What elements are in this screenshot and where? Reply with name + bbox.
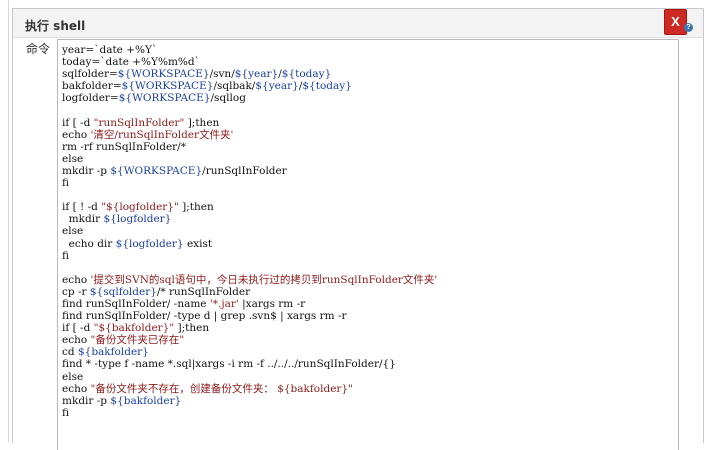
code-token: '清空/runSqlInFolder文件夹' — [90, 128, 234, 141]
code-token: fi — [62, 406, 70, 419]
code-token: |xargs rm -r — [238, 297, 306, 310]
code-line: fi — [62, 250, 437, 262]
code-line: find * -type f -name *.sql|xargs -i rm -… — [62, 358, 437, 370]
code-line: year=`date +%Y` — [62, 44, 437, 56]
code-token: cp -r — [62, 285, 90, 298]
code-line: else — [62, 153, 437, 165]
code-token: ${bakfolder} — [110, 394, 182, 407]
code-token: ${bakfolder} — [77, 346, 149, 359]
code-line: echo '提交到SVN的sql语句中，今日未执行过的拷贝到runSqlInFo… — [62, 274, 437, 286]
code-token: mkdir -p — [62, 164, 111, 177]
help-icon[interactable]: ? — [684, 23, 693, 32]
code-line: today=`date +%Y%m%d` — [62, 56, 437, 68]
code-line: find runSqlInFolder/ -name '*.jar' |xarg… — [62, 298, 437, 310]
code-token: logfolder= — [62, 92, 119, 105]
code-token: ${year} — [255, 80, 299, 93]
code-token: ${WORKSPACE} — [118, 92, 211, 105]
code-token: echo — [62, 128, 91, 141]
code-token: "备份文件夹已存在" — [90, 334, 185, 347]
left-border — [8, 0, 9, 442]
code-token: bakfolder= — [62, 80, 122, 93]
code-token: ];then — [178, 201, 214, 214]
code-line: if [ -d "runSqlInFolder" ];then — [62, 117, 437, 129]
code-line: cp -r ${sqlfolder}/* runSqlInFolder — [62, 286, 437, 298]
code-token: /svn/ — [209, 68, 235, 81]
code-line: echo "备份文件夹已存在" — [62, 334, 437, 346]
code-token: echo — [62, 273, 91, 286]
code-token: if [ -d — [62, 322, 94, 335]
code-token: sqlfolder= — [62, 68, 118, 81]
code-line: mkdir ${logfolder} — [62, 213, 437, 225]
section-title: 执行 shell — [25, 19, 86, 33]
code-token: /sqllog — [210, 92, 246, 105]
code-line: echo "备份文件夹不存在，创建备份文件夹： ${bakfolder}" — [62, 383, 437, 395]
code-line: fi — [62, 177, 437, 189]
code-token: echo — [62, 382, 91, 395]
code-line: if [ ! -d "${logfolder}" ];then — [62, 201, 437, 213]
code-token: ${today} — [302, 80, 352, 93]
command-label: 命令 — [26, 42, 51, 56]
code-line: find runSqlInFolder/ -type d | grep .svn… — [62, 310, 437, 322]
code-line: if [ -d "${bakfolder}" ];then — [62, 322, 437, 334]
code-line: mkdir -p ${WORKSPACE}/runSqlInFolder — [62, 165, 437, 177]
code-token: ${today} — [281, 68, 332, 81]
code-token: /* runSqlInFolder — [156, 285, 251, 298]
code-token: ${sqlfolder} — [89, 285, 157, 298]
code-token: else — [62, 370, 84, 383]
code-line: rm -rf runSqlInFolder/* — [62, 141, 437, 153]
code-token: "runSqlInFolder" — [93, 116, 185, 129]
code-token: today=`date +%Y%m%d` — [62, 56, 200, 69]
code-line: cd ${bakfolder} — [62, 346, 437, 358]
command-textarea[interactable]: year=`date +%Y` today=`date +%Y%m%d` sqlfo… — [57, 39, 679, 450]
code-token: fi — [62, 177, 70, 190]
code-token: '提交到SVN的sql语句中，今日未执行过的拷贝到runSqlInFolder文… — [90, 273, 438, 286]
code-token: "备份文件夹不存在，创建备份文件夹： ${bakfolder}" — [90, 382, 353, 395]
code-token: /runSqlInFolder — [202, 164, 287, 177]
code-line: else — [62, 371, 437, 383]
code-line: sqlfolder=${WORKSPACE}/svn/${year}/${tod… — [62, 68, 437, 80]
code-token: if [ -d — [62, 116, 94, 129]
code-token: ${WORKSPACE} — [117, 68, 210, 81]
code-token: ];then — [184, 116, 220, 129]
code-token: find * -type f -name *.sql|xargs -i rm -… — [62, 358, 396, 371]
code-token: else — [62, 152, 84, 165]
code-token: ${logfolder} — [103, 213, 172, 226]
code-line: else — [62, 225, 437, 237]
code-token: else — [62, 225, 84, 238]
build-step-panel: 执行 shell X ? 命令 year=`date +%Y` today=`da… — [12, 8, 704, 450]
code-token: if [ ! -d — [62, 201, 102, 214]
code-token: ];then — [174, 322, 210, 335]
code-token: exist — [183, 237, 213, 250]
code-token: cd — [62, 346, 78, 359]
code-token: find runSqlInFolder/ -name — [62, 297, 210, 310]
code-token: rm -rf runSqlInFolder/* — [62, 140, 186, 153]
code-token: '*.jar' — [209, 297, 239, 310]
code-line: echo '清空/runSqlInFolder文件夹' — [62, 129, 437, 141]
code-token: "${bakfolder}" — [93, 322, 175, 335]
code-token: mkdir -p — [62, 394, 111, 407]
delete-step-button[interactable]: X — [664, 9, 687, 35]
section-header: 执行 shell — [13, 9, 703, 38]
code-token: echo — [62, 334, 91, 347]
code-token: mkdir — [62, 213, 104, 226]
code-token: echo dir — [62, 237, 116, 250]
command-code: year=`date +%Y` today=`date +%Y%m%d` sqlfo… — [62, 44, 437, 419]
code-token: ${WORKSPACE} — [121, 80, 214, 93]
code-line: bakfolder=${WORKSPACE}/sqlbak/${year}/${… — [62, 80, 437, 92]
code-line: fi — [62, 407, 437, 419]
code-line: logfolder=${WORKSPACE}/sqllog — [62, 92, 437, 104]
code-token: ${WORKSPACE} — [110, 164, 203, 177]
code-token: fi — [62, 249, 70, 262]
code-token: /sqlbak/ — [213, 80, 256, 93]
code-token: ${logfolder} — [115, 237, 184, 250]
code-line: echo dir ${logfolder} exist — [62, 238, 437, 250]
code-token: ${year} — [234, 68, 279, 81]
code-token: year=`date +%Y` — [62, 44, 158, 56]
code-token: "${logfolder}" — [101, 201, 179, 214]
code-line: mkdir -p ${bakfolder} — [62, 395, 437, 407]
code-token: find runSqlInFolder/ -type d | grep .svn… — [62, 310, 347, 323]
